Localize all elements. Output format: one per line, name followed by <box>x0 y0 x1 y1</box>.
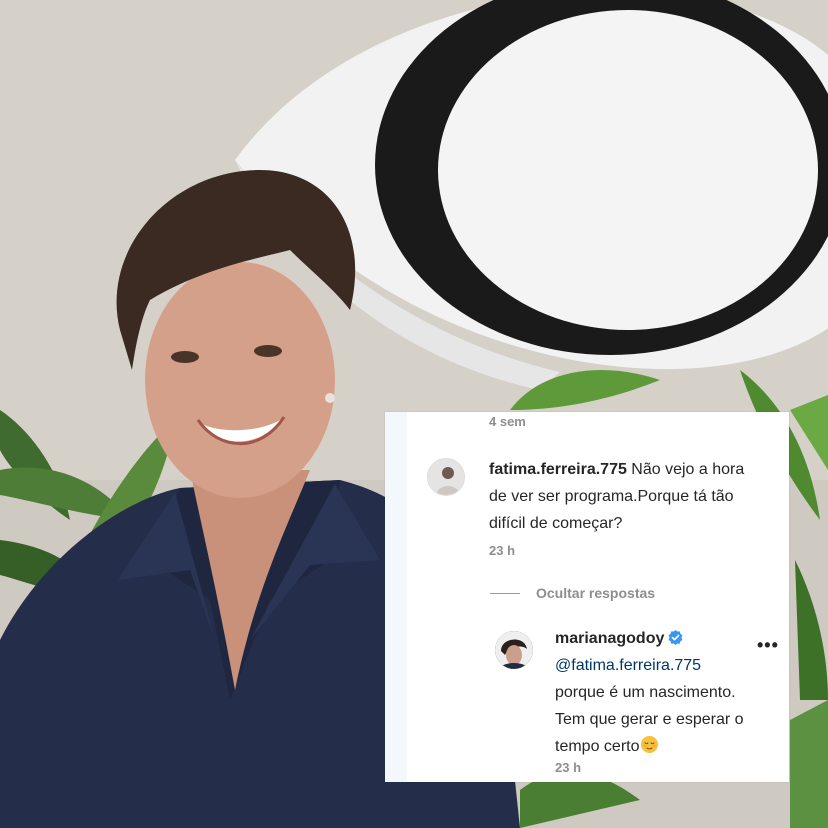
avatar-image <box>495 631 533 669</box>
verified-badge-icon <box>668 630 683 645</box>
reply-body: marianagodoy @fatima.ferreira.775 porque… <box>555 625 760 760</box>
comment-timestamp: 23 h <box>489 543 516 558</box>
comment-thread-card: 4 sem fatima.ferreira.775 Não vejo a hor… <box>385 412 789 782</box>
commenter-avatar[interactable] <box>427 458 465 496</box>
reply-mention-link[interactable]: @fatima.ferreira.775 <box>555 652 760 679</box>
reply-username[interactable]: marianagodoy <box>555 630 664 647</box>
reply-timestamp: 23 h <box>555 760 582 775</box>
replies-divider-line <box>490 592 520 594</box>
comment-username[interactable]: fatima.ferreira.775 <box>489 461 627 478</box>
comment-body: fatima.ferreira.775 Não vejo a hora de v… <box>489 456 757 537</box>
avatar-image <box>428 459 464 495</box>
reply-avatar[interactable] <box>495 631 533 669</box>
more-options-icon[interactable]: ••• <box>757 636 779 654</box>
hide-replies-button[interactable]: Ocultar respostas <box>490 582 655 604</box>
relieved-face-emoji-icon <box>641 735 659 754</box>
card-left-strip <box>385 412 407 782</box>
hide-replies-label: Ocultar respostas <box>536 585 656 601</box>
previous-comment-timestamp: 4 sem <box>489 414 526 429</box>
